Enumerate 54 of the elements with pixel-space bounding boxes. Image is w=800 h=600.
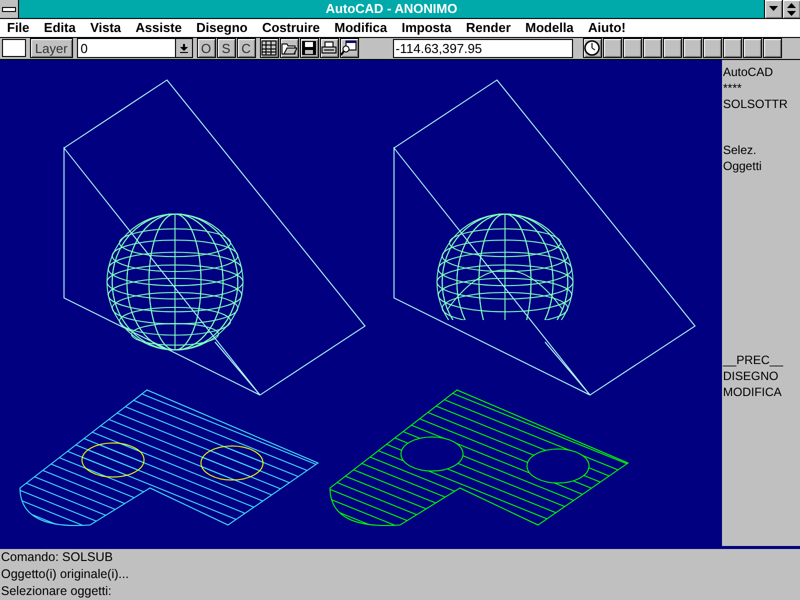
toolbar-button[interactable] bbox=[280, 38, 299, 58]
coordinates-field: -114.63,397.95 bbox=[392, 38, 573, 58]
menu-item[interactable]: Vista bbox=[90, 20, 122, 36]
menu-item[interactable]: Render bbox=[466, 20, 511, 36]
menu-item[interactable]: Disegno bbox=[196, 20, 248, 36]
toolbar-button[interactable] bbox=[702, 38, 722, 58]
snap-button[interactable]: C bbox=[236, 38, 256, 58]
toolbar-button[interactable] bbox=[742, 38, 762, 58]
toolbar-button[interactable] bbox=[602, 38, 622, 58]
command-line-text: Comando: SOLSUB bbox=[1, 549, 114, 566]
menu-item[interactable]: Modella bbox=[525, 20, 574, 36]
toolbar-button[interactable] bbox=[582, 38, 602, 58]
down-triangle-icon bbox=[769, 6, 778, 12]
color-swatch[interactable] bbox=[2, 39, 26, 58]
command-line-text: Selezionare oggetti: bbox=[1, 583, 112, 600]
screen-menu-item[interactable]: Oggetti bbox=[722, 158, 800, 174]
screen-menu-item[interactable]: SOLSOTTR bbox=[722, 96, 800, 112]
toolbar-button[interactable] bbox=[340, 38, 359, 58]
system-menu-button[interactable] bbox=[0, 0, 19, 18]
snap-button[interactable]: O bbox=[196, 38, 216, 58]
menu-item[interactable]: Costruire bbox=[262, 20, 320, 36]
menu-item[interactable]: Modifica bbox=[334, 20, 388, 36]
toolbar-button[interactable] bbox=[722, 38, 742, 58]
minimize-button[interactable] bbox=[764, 0, 782, 18]
restore-button[interactable] bbox=[782, 0, 800, 18]
menu-item[interactable]: Imposta bbox=[402, 20, 452, 36]
screen-menu-item[interactable]: **** bbox=[722, 80, 800, 96]
toolbar-button[interactable] bbox=[300, 38, 319, 58]
toolbar-button[interactable] bbox=[622, 38, 642, 58]
layer-button[interactable]: Layer bbox=[30, 38, 73, 58]
command-line-text: Oggetto(i) originale(i)... bbox=[1, 566, 130, 583]
printer-icon bbox=[321, 40, 338, 56]
window-title: AutoCAD - ANONIMO bbox=[324, 0, 458, 18]
screen-menu-item[interactable]: MODIFICA bbox=[722, 384, 800, 400]
toolbar-button[interactable] bbox=[320, 38, 339, 58]
screen-menu-item[interactable]: __PREC__ bbox=[722, 352, 800, 368]
toolbar-button[interactable] bbox=[682, 38, 702, 58]
layer-dropdown[interactable]: 0 bbox=[76, 38, 193, 58]
screen-menu-item[interactable]: AutoCAD bbox=[722, 64, 800, 80]
clock-icon bbox=[584, 40, 600, 56]
toolbar-button[interactable] bbox=[762, 38, 782, 58]
menu-item[interactable]: Assiste bbox=[136, 20, 182, 36]
snap-button[interactable]: S bbox=[216, 38, 236, 58]
magnifier-icon bbox=[341, 40, 358, 56]
screen-menu-item[interactable]: Selez. bbox=[722, 142, 800, 158]
menu-item[interactable]: File bbox=[7, 20, 30, 36]
toolbar-button[interactable] bbox=[642, 38, 662, 58]
menu-item[interactable]: Aiuto! bbox=[588, 20, 626, 36]
toolbar-button[interactable] bbox=[260, 38, 279, 58]
toolbar-button[interactable] bbox=[662, 38, 682, 58]
up-down-triangles-icon bbox=[787, 2, 796, 16]
menu-item[interactable]: Edita bbox=[44, 20, 76, 36]
screen-menu-item[interactable]: DISEGNO bbox=[722, 368, 800, 384]
grid-icon bbox=[261, 40, 278, 56]
